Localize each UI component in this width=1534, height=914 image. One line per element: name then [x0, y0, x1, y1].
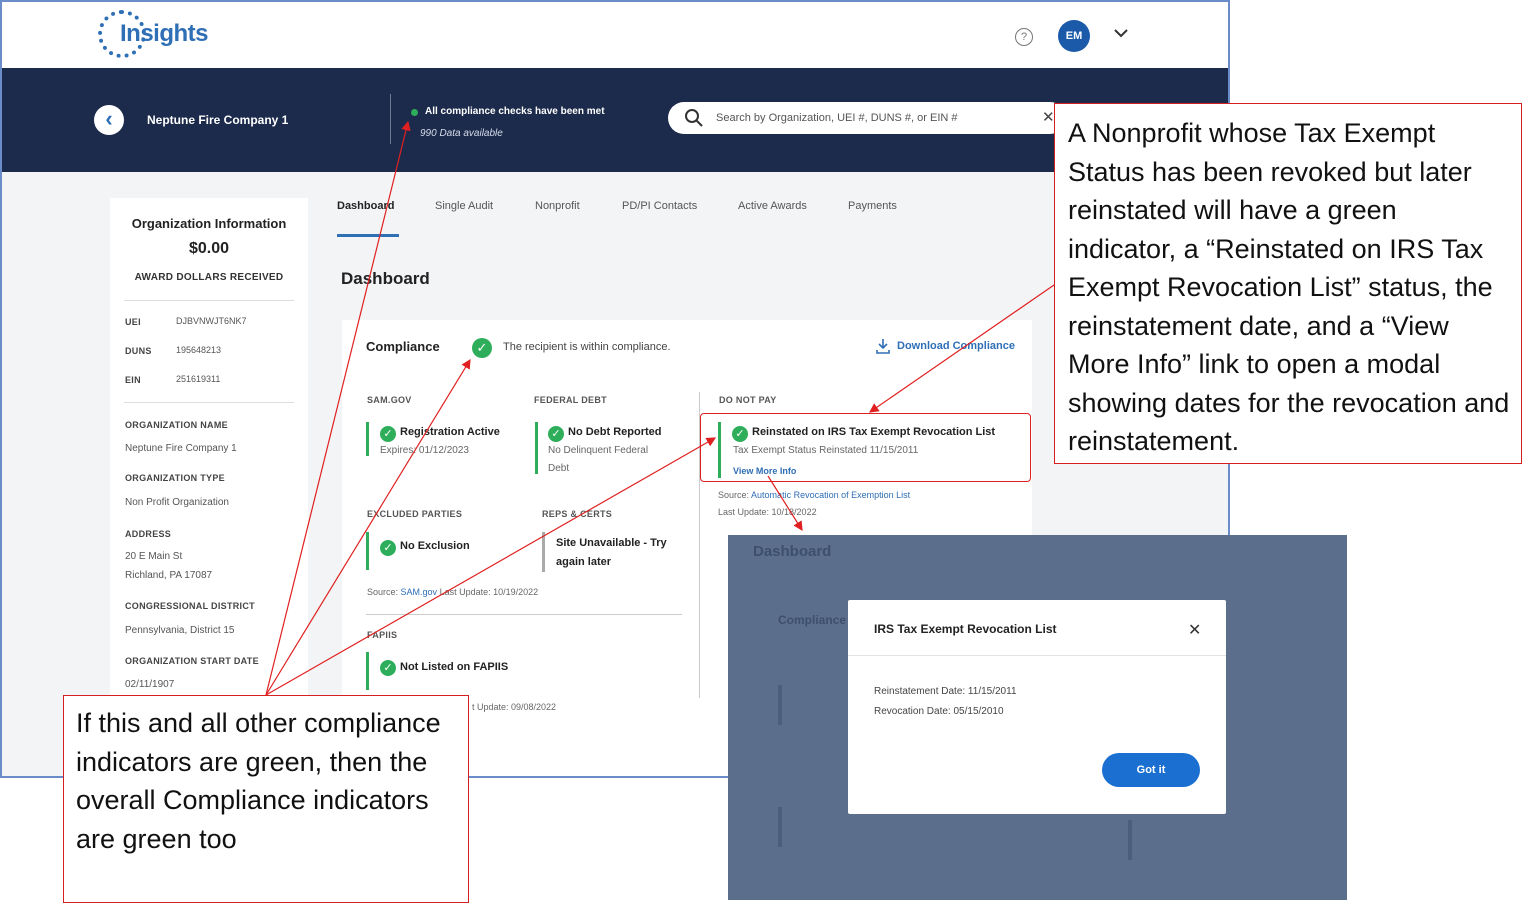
reps-status-2: again later — [556, 556, 612, 568]
download-compliance-link[interactable]: Download Compliance — [897, 340, 1015, 352]
district-label: CONGRESSIONAL DISTRICT — [125, 601, 255, 611]
close-icon[interactable]: ✕ — [1188, 620, 1201, 640]
tab-payments[interactable]: Payments — [848, 200, 897, 212]
tab-active-awards[interactable]: Active Awards — [738, 200, 807, 212]
annotation-compliance: If this and all other compliance indicat… — [63, 695, 469, 903]
search-icon — [685, 109, 703, 127]
divider — [124, 402, 294, 403]
divider — [366, 614, 682, 615]
clear-search-icon[interactable]: ✕ — [1042, 108, 1055, 126]
debt-detail-2: Debt — [548, 463, 570, 474]
chevron-down-icon[interactable] — [1114, 26, 1128, 40]
banner-divider — [390, 94, 391, 144]
sam-gov-header: SAM.GOV — [367, 395, 412, 405]
modal-title: IRS Tax Exempt Revocation List — [874, 622, 1057, 636]
address-label: ADDRESS — [125, 529, 172, 539]
sam-source: Source: SAM.gov Last Update: 10/19/2022 — [367, 587, 538, 597]
uei-label: UEI — [125, 317, 141, 327]
got-it-button[interactable]: Got it — [1102, 753, 1200, 787]
excluded-status: No Exclusion — [400, 540, 470, 552]
search-placeholder: Search by Organization, UEI #, DUNS #, o… — [716, 112, 958, 124]
banner-org-name: Neptune Fire Company 1 — [147, 113, 289, 127]
avatar[interactable]: EM — [1058, 20, 1090, 52]
check-circle-icon: ✓ — [548, 426, 564, 442]
page-title: Dashboard — [341, 269, 430, 288]
address-line2: Richland, PA 17087 — [125, 570, 213, 581]
revocation-date: Revocation Date: 05/15/2010 — [874, 706, 1004, 717]
divider — [124, 300, 294, 301]
status-bar — [535, 422, 538, 474]
fapiis-status: Not Listed on FAPIIS — [400, 661, 509, 673]
sam-expiry: Expires: 01/12/2023 — [380, 445, 469, 456]
excluded-parties-header: EXCLUDED PARTIES — [367, 509, 463, 519]
logo-word: Insights — [120, 20, 209, 47]
award-amount: $0.00 — [188, 240, 230, 257]
bg-status-bar — [778, 807, 782, 847]
debt-detail-1: No Delinquent Federal — [548, 445, 649, 456]
tab-single-audit[interactable]: Single Audit — [435, 200, 493, 212]
fapiis-header: FAPIIS — [367, 630, 398, 640]
dnp-source: Source: Automatic Revocation of Exemptio… — [718, 490, 910, 500]
download-icon[interactable] — [875, 338, 891, 354]
back-button[interactable]: ‹ — [94, 105, 124, 135]
sam-status: Registration Active — [400, 426, 500, 438]
ein-label: EIN — [125, 375, 141, 385]
reps-status-1: Site Unavailable - Try — [556, 537, 667, 549]
check-circle-icon: ✓ — [380, 540, 396, 556]
sam-gov-link[interactable]: SAM.gov — [401, 587, 438, 597]
data-available-text: 990 Data available — [420, 128, 503, 139]
sam-last-update: Last Update: 10/19/2022 — [439, 587, 539, 597]
org-type-value: Non Profit Organization — [125, 497, 229, 508]
check-circle-icon: ✓ — [380, 426, 396, 442]
tab-nonprofit[interactable]: Nonprofit — [535, 200, 580, 212]
revocation-list-link[interactable]: Automatic Revocation of Exemption List — [751, 490, 910, 500]
org-name-value: Neptune Fire Company 1 — [125, 443, 237, 454]
tab-pd-pi-contacts[interactable]: PD/PI Contacts — [622, 200, 697, 212]
check-circle-icon: ✓ — [472, 338, 492, 358]
search-bar[interactable]: Search by Organization, UEI #, DUNS #, o… — [668, 102, 1066, 134]
bg-status-bar — [778, 685, 782, 725]
compliance-status-text: All compliance checks have been met — [425, 106, 605, 117]
help-icon[interactable]: ? — [1015, 28, 1033, 46]
reps-certs-header: REPS & CERTS — [542, 509, 613, 519]
org-name-label: ORGANIZATION NAME — [125, 420, 228, 430]
district-value: Pennsylvania, District 15 — [125, 625, 235, 636]
bg-dashboard-heading: Dashboard — [753, 543, 832, 560]
check-circle-icon: ✓ — [380, 660, 396, 676]
organization-info-card: Organization Information $0.00 AWARD DOL… — [110, 198, 308, 776]
address-line1: 20 E Main St — [125, 551, 183, 562]
status-bar — [542, 532, 545, 572]
status-bar — [366, 652, 369, 690]
source-prefix: Source: — [718, 490, 750, 500]
insights-logo[interactable]: Insights — [98, 10, 258, 62]
compliance-title: Compliance — [366, 339, 440, 354]
status-bar — [366, 422, 369, 456]
uei-value: DJBVNWJT6NK7 — [176, 316, 247, 326]
start-date-value: 02/11/1907 — [125, 679, 175, 690]
status-dot-icon — [411, 109, 418, 116]
dnp-last-update: Last Update: 10/18/2022 — [718, 507, 817, 517]
debt-status: No Debt Reported — [568, 426, 662, 438]
status-bar — [366, 532, 369, 570]
duns-value: 195648213 — [176, 345, 222, 355]
duns-label: DUNS — [125, 346, 152, 356]
tab-dashboard[interactable]: Dashboard — [337, 200, 394, 212]
modal-divider — [848, 655, 1226, 656]
compliance-message: The recipient is within compliance. — [503, 341, 671, 353]
reinstatement-date: Reinstatement Date: 11/15/2011 — [874, 686, 1017, 697]
active-tab-indicator — [337, 234, 399, 237]
org-type-label: ORGANIZATION TYPE — [125, 473, 225, 483]
federal-debt-header: FEDERAL DEBT — [534, 395, 607, 405]
bg-compliance-heading: Compliance — [778, 613, 847, 627]
org-info-title: Organization Information — [131, 216, 287, 231]
highlight-box — [700, 413, 1031, 482]
award-amount-label: AWARD DOLLARS RECEIVED — [134, 272, 284, 283]
ein-value: 251619311 — [176, 374, 221, 384]
annotation-reinstated: A Nonprofit whose Tax Exempt Status has … — [1054, 103, 1522, 464]
do-not-pay-header: DO NOT PAY — [719, 395, 777, 405]
bg-status-bar — [1128, 820, 1132, 860]
start-date-label: ORGANIZATION START DATE — [125, 656, 259, 666]
source-prefix: Source: — [367, 587, 399, 597]
fapiis-last-update: t Update: 09/08/2022 — [472, 702, 557, 712]
